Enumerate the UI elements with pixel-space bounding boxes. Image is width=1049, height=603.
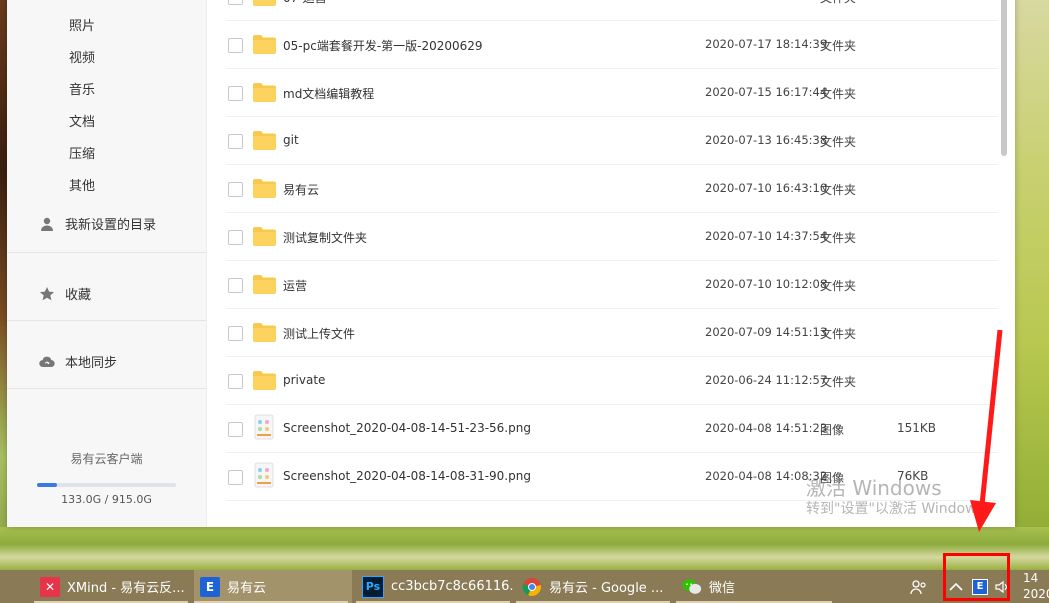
clock-time: 14 (1023, 571, 1039, 585)
taskbar-item-yiyouyun[interactable]: E 易有云 (194, 570, 352, 603)
taskbar-item-photoshop[interactable]: Ps cc3bcb7c8c66116... (356, 570, 514, 603)
chrome-icon (522, 577, 542, 597)
photoshop-icon: Ps (362, 575, 384, 598)
taskbar-item-xmind[interactable]: ✕ XMind - 易有云反... (34, 570, 192, 603)
xmind-icon: ✕ (40, 576, 60, 597)
people-icon[interactable] (910, 570, 928, 603)
taskbar-item-wechat[interactable]: 微信 (676, 570, 836, 603)
taskbar-item-label: cc3bcb7c8c66116... (391, 579, 514, 594)
wechat-icon (682, 577, 702, 597)
clock-date: 2020 (1023, 587, 1049, 601)
yiyouyun-icon: E (200, 576, 220, 597)
taskbar-item-label: 易有云 - Google ... (549, 581, 664, 596)
taskbar-item-chrome[interactable]: 易有云 - Google ... (516, 570, 674, 603)
taskbar-clock[interactable]: 14 2020 (1023, 570, 1049, 602)
taskbar: ✕ XMind - 易有云反... E 易有云 Ps cc3bcb7c8c661… (0, 570, 1049, 603)
red-highlight-box (943, 553, 1010, 601)
taskbar-item-label: XMind - 易有云反... (67, 581, 185, 596)
red-arrow-annotation (970, 329, 1003, 532)
taskbar-item-label: 微信 (709, 581, 736, 596)
taskbar-item-label: 易有云 (227, 581, 267, 596)
